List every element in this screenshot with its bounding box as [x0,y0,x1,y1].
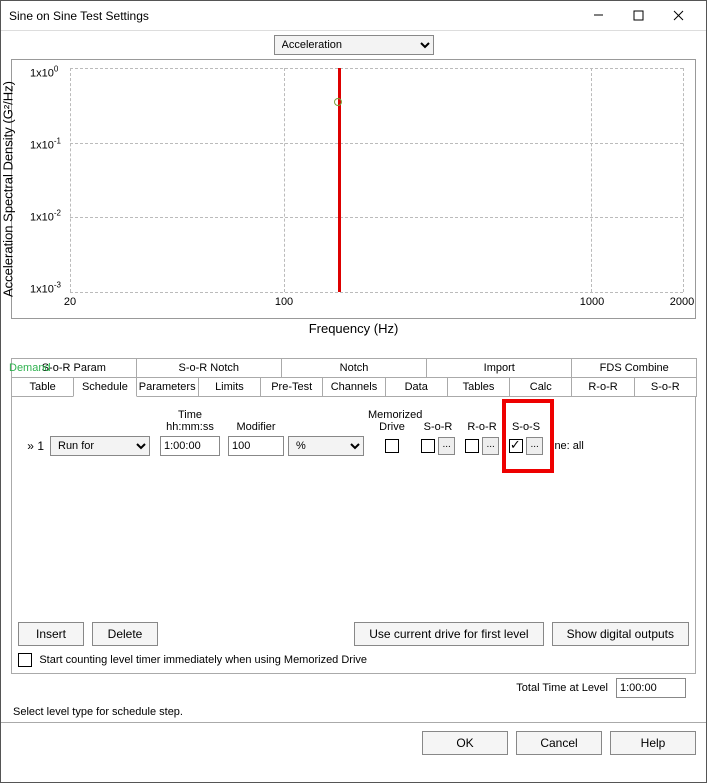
sor-more-button[interactable]: ... [438,437,455,455]
plot-area [70,68,683,292]
tab-sor[interactable]: S-o-R [634,377,697,397]
y-axis-label: Acceleration Spectral Density (G²/Hz) [1,81,16,297]
tab-pretest[interactable]: Pre-Test [260,377,323,397]
use-current-drive-button[interactable]: Use current drive for first level [354,622,543,646]
demand-legend: Demand [9,362,51,374]
status-text: Select level type for schedule step. [11,702,696,722]
time-input[interactable] [160,436,220,456]
demand-marker [334,98,342,106]
tab-notch[interactable]: Notch [281,358,427,377]
ror-more-button[interactable]: ... [482,437,499,455]
hdr-mem-bot: Drive [368,421,416,433]
total-time-value[interactable] [616,678,686,698]
chart: Acceleration Spectral Density (G²/Hz) [11,59,696,319]
hdr-ror: R-o-R [460,421,504,433]
tab-body: Time hh:mm:ss Modifier Memorized Drive S… [11,396,696,674]
start-counting-checkbox[interactable] [18,653,32,667]
tab-limits[interactable]: Limits [198,377,261,397]
hdr-modifier: Modifier [224,421,288,433]
action-select[interactable]: Run for [50,436,150,456]
tab-fds-combine[interactable]: FDS Combine [571,358,697,377]
close-button[interactable] [658,2,698,30]
row-tail-text: ine: all [548,440,584,452]
tab-tables[interactable]: Tables [447,377,510,397]
start-counting-label: Start counting level timer immediately w… [39,654,367,666]
hdr-sos: S-o-S [504,421,548,433]
sos-more-button[interactable]: ... [526,437,543,455]
help-button[interactable]: Help [610,731,696,755]
modifier-input[interactable] [228,436,284,456]
hdr-time-bot: hh:mm:ss [156,421,224,433]
hdr-mem-top: Memorized [368,409,416,421]
total-time-label: Total Time at Level [516,682,608,694]
tab-control: S-o-R Param S-o-R Notch Notch Import FDS… [11,358,696,674]
modifier-unit-select[interactable]: % [288,436,364,456]
titlebar: Sine on Sine Test Settings [1,1,706,31]
dialog-window: Sine on Sine Test Settings Acceleration … [0,0,707,783]
mem-drive-checkbox[interactable] [385,439,399,453]
tab-sor-notch[interactable]: S-o-R Notch [136,358,282,377]
hdr-time-top: Time [156,409,224,421]
schedule-row-1: » 1 Run for % ... ... ... ine: all [18,433,689,459]
x-axis-label: Frequency (Hz) [11,321,696,336]
delete-button[interactable]: Delete [92,622,158,646]
maximize-button[interactable] [618,2,658,30]
tab-calc[interactable]: Calc [509,377,572,397]
show-digital-outputs-button[interactable]: Show digital outputs [552,622,689,646]
chart-type-select[interactable]: Acceleration [274,35,434,55]
tab-channels[interactable]: Channels [322,377,385,397]
window-title: Sine on Sine Test Settings [9,9,578,23]
insert-button[interactable]: Insert [18,622,84,646]
tab-import[interactable]: Import [426,358,572,377]
ok-button[interactable]: OK [422,731,508,755]
minimize-button[interactable] [578,2,618,30]
tab-table[interactable]: Table [11,377,74,397]
sos-checkbox[interactable] [509,439,523,453]
cancel-button[interactable]: Cancel [516,731,602,755]
tab-ror[interactable]: R-o-R [571,377,634,397]
tab-schedule[interactable]: Schedule [73,377,136,397]
dialog-footer: OK Cancel Help [1,722,706,763]
ror-checkbox[interactable] [465,439,479,453]
tab-parameters[interactable]: Parameters [136,377,199,397]
sor-checkbox[interactable] [421,439,435,453]
tab-data[interactable]: Data [385,377,448,397]
hdr-sor: S-o-R [416,421,460,433]
